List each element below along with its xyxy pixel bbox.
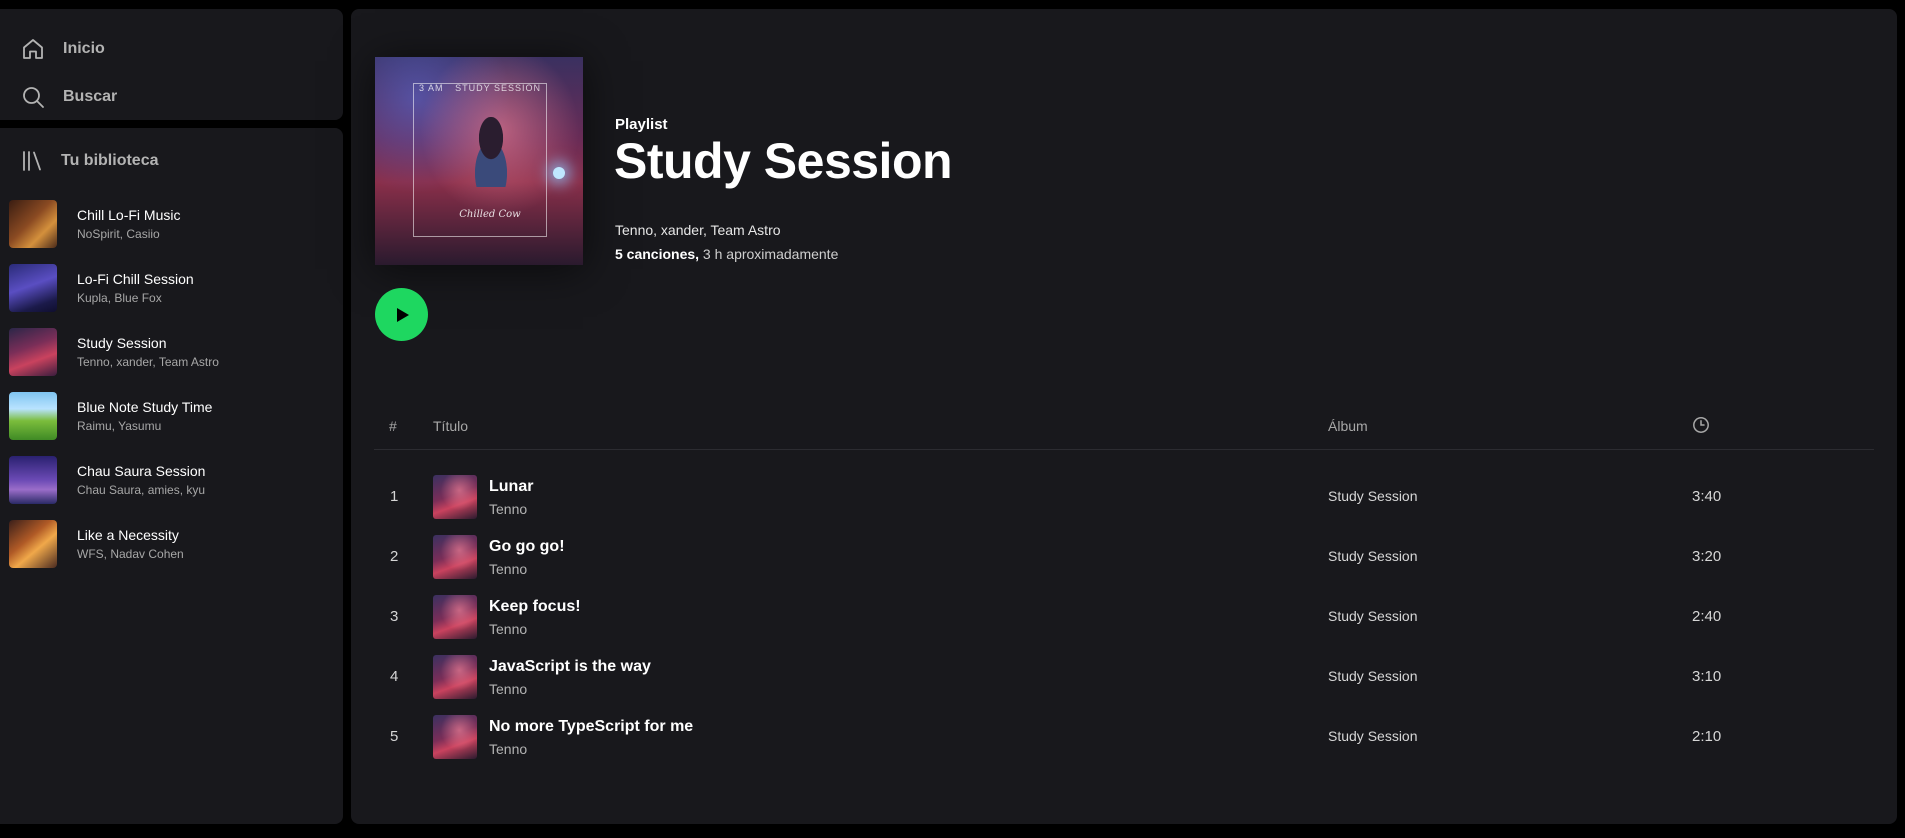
track-title[interactable]: Keep focus! <box>489 598 581 616</box>
track-cover <box>433 475 477 519</box>
track-duration: 2:40 <box>1692 608 1722 625</box>
home-icon <box>20 36 46 62</box>
library-item-name: Chau Saura Session <box>77 463 206 479</box>
library-item[interactable]: Blue Note Study Time Raimu, Yasumu <box>9 384 339 448</box>
track-album[interactable]: Study Session <box>1328 728 1418 744</box>
library-item-artists: Raimu, Yasumu <box>77 419 162 433</box>
library-header[interactable]: Tu biblioteca <box>20 148 158 174</box>
track-duration: 3:20 <box>1692 548 1722 565</box>
track-cover <box>433 715 477 759</box>
track-duration: 3:10 <box>1692 668 1722 685</box>
track-table: # Título Álbum 1 Lunar Tenno Study Sessi… <box>374 404 1874 766</box>
nav-search[interactable]: Buscar <box>20 82 117 112</box>
track-album[interactable]: Study Session <box>1328 548 1418 564</box>
cover-lamp <box>553 167 565 179</box>
library-item-name: Study Session <box>77 335 167 351</box>
playlist-hero-cover: 3 AM STUDY SESSION Chilled Cow <box>375 57 583 265</box>
playlist-type: Playlist <box>615 116 668 133</box>
cover-logo: Chilled Cow <box>459 209 521 220</box>
track-artist[interactable]: Tenno <box>489 681 527 697</box>
track-artist[interactable]: Tenno <box>489 741 527 757</box>
cover-text-left: 3 AM <box>419 83 444 93</box>
track-title[interactable]: No more TypeScript for me <box>489 718 693 736</box>
track-cover <box>433 535 477 579</box>
playlist-cover <box>9 328 57 376</box>
playlist-cover <box>9 456 57 504</box>
library-item-artists: Kupla, Blue Fox <box>77 291 162 305</box>
track-number: 2 <box>390 548 399 565</box>
play-icon <box>396 307 409 322</box>
track-artist[interactable]: Tenno <box>489 501 527 517</box>
cover-figure <box>463 117 519 187</box>
track-number: 5 <box>390 728 399 745</box>
sidebar-nav: Inicio Buscar <box>0 9 343 120</box>
song-count: 5 canciones, <box>615 246 700 262</box>
library-list: Chill Lo-Fi Music NoSpirit, Casiio Lo-Fi… <box>9 192 339 576</box>
column-album: Álbum <box>1328 418 1368 434</box>
track-row[interactable]: 3 Keep focus! Tenno Study Session 2:40 <box>374 586 1874 646</box>
playlist-cover <box>9 392 57 440</box>
track-title[interactable]: Lunar <box>489 478 533 496</box>
sidebar-library: Tu biblioteca Chill Lo-Fi Music NoSpirit… <box>0 128 343 824</box>
library-item[interactable]: Lo-Fi Chill Session Kupla, Blue Fox <box>9 256 339 320</box>
track-list: 1 Lunar Tenno Study Session 3:40 2 Go go… <box>374 466 1874 766</box>
track-cover <box>433 595 477 639</box>
search-icon <box>20 84 46 110</box>
column-number: # <box>389 418 397 434</box>
track-title[interactable]: Go go go! <box>489 538 565 556</box>
playlist-cover <box>9 520 57 568</box>
track-number: 4 <box>390 668 399 685</box>
library-title: Tu biblioteca <box>61 152 159 169</box>
track-table-header: # Título Álbum <box>374 404 1874 450</box>
nav-home-label: Inicio <box>63 40 105 57</box>
track-artist[interactable]: Tenno <box>489 621 527 637</box>
track-duration: 2:10 <box>1692 728 1722 745</box>
library-item[interactable]: Chau Saura Session Chau Saura, amies, ky… <box>9 448 339 512</box>
library-item[interactable]: Chill Lo-Fi Music NoSpirit, Casiio <box>9 192 339 256</box>
playlist-artists: Tenno, xander, Team Astro <box>615 222 781 238</box>
track-album[interactable]: Study Session <box>1328 608 1418 624</box>
track-row[interactable]: 5 No more TypeScript for me Tenno Study … <box>374 706 1874 766</box>
library-item-artists: WFS, Nadav Cohen <box>77 547 184 561</box>
track-cover <box>433 655 477 699</box>
play-button[interactable] <box>375 288 428 341</box>
track-row[interactable]: 2 Go go go! Tenno Study Session 3:20 <box>374 526 1874 586</box>
track-row[interactable]: 4 JavaScript is the way Tenno Study Sess… <box>374 646 1874 706</box>
track-duration: 3:40 <box>1692 488 1722 505</box>
track-artist[interactable]: Tenno <box>489 561 527 577</box>
library-item[interactable]: Study Session Tenno, xander, Team Astro <box>9 320 339 384</box>
playlist-cover <box>9 264 57 312</box>
track-number: 1 <box>390 488 399 505</box>
library-item-artists: Tenno, xander, Team Astro <box>77 355 219 369</box>
track-album[interactable]: Study Session <box>1328 488 1418 504</box>
track-row[interactable]: 1 Lunar Tenno Study Session 3:40 <box>374 466 1874 526</box>
library-item-name: Blue Note Study Time <box>77 399 213 415</box>
library-item-name: Lo-Fi Chill Session <box>77 271 194 287</box>
page-title: Study Session <box>614 133 953 189</box>
playlist-cover <box>9 200 57 248</box>
library-item-artists: NoSpirit, Casiio <box>77 227 160 241</box>
column-title: Título <box>433 418 469 434</box>
library-icon <box>20 149 44 173</box>
track-album[interactable]: Study Session <box>1328 668 1418 684</box>
nav-home[interactable]: Inicio <box>20 34 105 64</box>
library-item-name: Like a Necessity <box>77 527 179 543</box>
playlist-duration: 3 h aproximadamente <box>699 246 839 262</box>
clock-icon <box>1692 416 1710 437</box>
track-number: 3 <box>390 608 399 625</box>
main-panel: 3 AM STUDY SESSION Chilled Cow Playlist … <box>351 9 1897 824</box>
track-title[interactable]: JavaScript is the way <box>489 658 651 676</box>
cover-text-right: STUDY SESSION <box>455 83 541 93</box>
library-item[interactable]: Like a Necessity WFS, Nadav Cohen <box>9 512 339 576</box>
library-item-artists: Chau Saura, amies, kyu <box>77 483 206 497</box>
nav-search-label: Buscar <box>63 88 118 105</box>
cover-frame-text: 3 AM STUDY SESSION <box>419 83 541 93</box>
playlist-stats: 5 canciones, 3 h aproximadamente <box>615 246 838 262</box>
library-item-name: Chill Lo-Fi Music <box>77 207 181 223</box>
app-root: Inicio Buscar Tu biblioteca Chill Lo-Fi … <box>0 0 1905 838</box>
